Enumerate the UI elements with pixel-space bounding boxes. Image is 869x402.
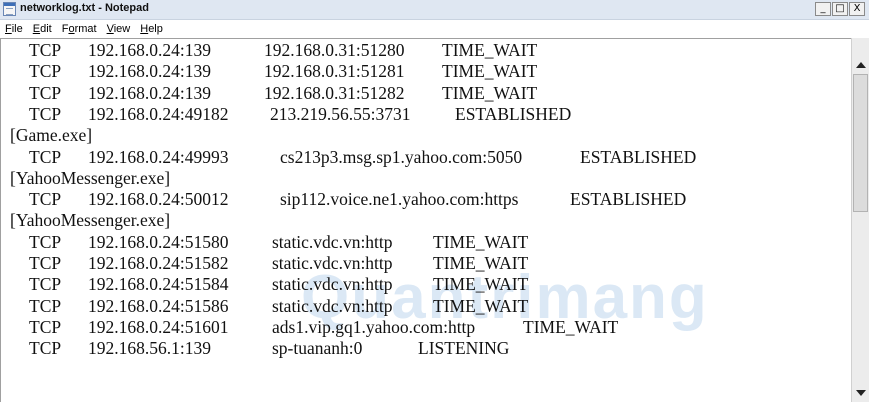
menu-view[interactable]: View xyxy=(102,23,136,35)
scroll-down-icon[interactable] xyxy=(856,390,866,396)
scroll-thumb[interactable] xyxy=(853,74,868,212)
state: TIME_WAIT xyxy=(442,40,538,60)
foreign-address: cs213p3.msg.sp1.yahoo.com:5050 xyxy=(280,146,523,167)
vertical-scrollbar[interactable] xyxy=(851,38,869,402)
local-address: 192.168.0.24:139 xyxy=(88,40,211,60)
state: TIME_WAIT xyxy=(442,82,538,103)
protocol: TCP xyxy=(29,61,62,82)
local-address: 192.168.0.24:139 xyxy=(88,61,211,82)
state: TIME_WAIT xyxy=(523,316,619,337)
protocol: TCP xyxy=(29,82,62,103)
protocol: TCP xyxy=(29,103,62,124)
menu-help[interactable]: Help xyxy=(135,23,168,35)
local-address: 192.168.0.24:49182 xyxy=(88,103,229,124)
local-address: 192.168.56.1:139 xyxy=(88,338,211,359)
state: ESTABLISHED xyxy=(455,103,572,124)
foreign-address: 192.168.0.31:51280 xyxy=(264,40,405,60)
protocol: TCP xyxy=(29,146,62,167)
notepad-icon xyxy=(3,2,16,16)
protocol: TCP xyxy=(29,253,62,273)
text-editor[interactable]: Quantrimang TCP 192.168.0.24:139 192.168.0… xyxy=(0,38,851,402)
window-title: networklog.txt - Notepad xyxy=(20,2,149,14)
foreign-address: 192.168.0.31:51282 xyxy=(264,82,405,103)
protocol: TCP xyxy=(29,338,62,359)
menu-file[interactable]: File xyxy=(0,23,28,35)
foreign-address: static.vdc.vn:http xyxy=(272,253,393,273)
protocol: TCP xyxy=(29,189,62,210)
local-address: 192.168.0.24:49993 xyxy=(88,146,229,167)
state: TIME_WAIT xyxy=(433,295,529,316)
protocol: TCP xyxy=(29,316,62,337)
foreign-address: 213.219.56.55:3731 xyxy=(270,103,411,124)
scroll-up-icon[interactable] xyxy=(856,62,866,68)
local-address: 192.168.0.24:51586 xyxy=(88,295,229,316)
local-address: 192.168.0.24:50012 xyxy=(88,189,229,210)
close-button[interactable]: X xyxy=(849,2,865,16)
title-bar: networklog.txt - Notepad _ □ X xyxy=(0,0,869,20)
foreign-address: ads1.vip.gq1.yahoo.com:http xyxy=(272,316,476,337)
local-address: 192.168.0.24:51580 xyxy=(88,231,229,252)
process-name: [YahooMessenger.exe] xyxy=(10,167,171,188)
foreign-address: 192.168.0.31:51281 xyxy=(264,61,405,82)
local-address: 192.168.0.24:51582 xyxy=(88,253,229,273)
protocol: TCP xyxy=(29,274,62,295)
protocol: TCP xyxy=(29,231,62,252)
local-address: 192.168.0.24:51601 xyxy=(88,316,229,337)
foreign-address: sip112.voice.ne1.yahoo.com:https xyxy=(280,189,519,210)
state: TIME_WAIT xyxy=(433,253,529,273)
foreign-address: sp-tuananh:0 xyxy=(272,338,363,359)
foreign-address: static.vdc.vn:http xyxy=(272,231,393,252)
foreign-address: static.vdc.vn:http xyxy=(272,295,393,316)
state: LISTENING xyxy=(418,338,510,359)
state: TIME_WAIT xyxy=(442,61,538,82)
minimize-button[interactable]: _ xyxy=(815,2,831,16)
window-controls: _ □ X xyxy=(815,2,865,16)
local-address: 192.168.0.24:139 xyxy=(88,82,211,103)
state: ESTABLISHED xyxy=(570,189,687,210)
maximize-button[interactable]: □ xyxy=(832,2,848,16)
process-name: [Game.exe] xyxy=(10,125,93,146)
menu-format[interactable]: Format xyxy=(57,23,102,35)
state: ESTABLISHED xyxy=(580,146,697,167)
state: TIME_WAIT xyxy=(433,231,529,252)
menu-edit[interactable]: Edit xyxy=(28,23,57,35)
foreign-address: static.vdc.vn:http xyxy=(272,274,393,295)
protocol: TCP xyxy=(29,40,62,60)
local-address: 192.168.0.24:51584 xyxy=(88,274,229,295)
state: TIME_WAIT xyxy=(433,274,529,295)
menu-bar: File Edit Format View Help xyxy=(0,20,869,38)
process-name: [YahooMessenger.exe] xyxy=(10,210,171,231)
protocol: TCP xyxy=(29,295,62,316)
